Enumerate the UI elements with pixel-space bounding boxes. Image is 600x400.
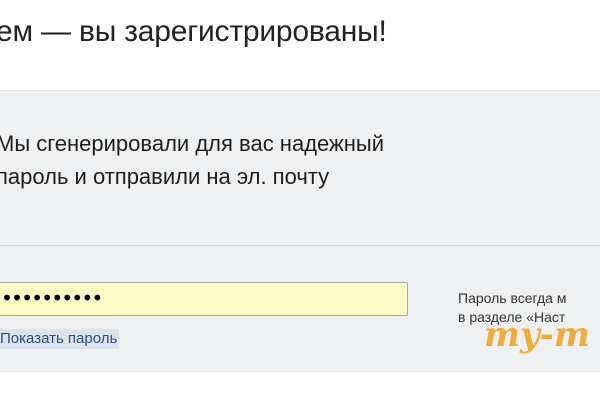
password-field[interactable]: •••••••••• (0, 282, 408, 316)
info-message-line-1: Мы сгенерировали для вас надежный (0, 131, 384, 156)
registration-panel: Мы сгенерировали для вас надежный пароль… (0, 90, 600, 372)
info-message: Мы сгенерировали для вас надежный пароль… (0, 127, 384, 193)
password-hint-line-1: Пароль всегда м (458, 290, 567, 306)
page-title: ем — вы зарегистрированы! (0, 15, 387, 48)
divider (0, 245, 600, 246)
show-password-link[interactable]: Показать пароль (0, 329, 120, 349)
info-message-line-2: пароль и отправили на эл. почту (0, 164, 330, 189)
watermark-logo: my-m (484, 315, 590, 355)
